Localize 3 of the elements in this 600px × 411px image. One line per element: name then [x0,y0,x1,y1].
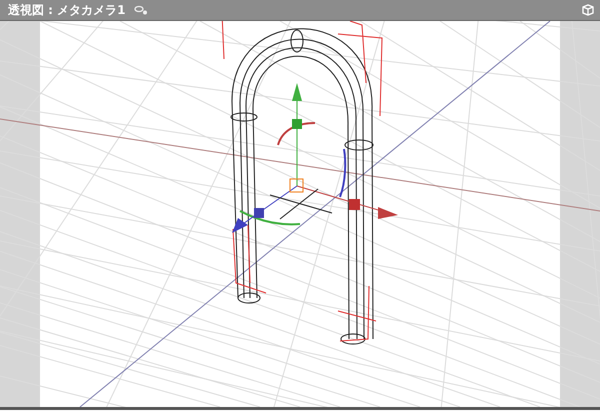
cube-icon[interactable] [582,4,594,16]
camera-icon[interactable] [134,5,148,15]
viewport-title: 透視図 : メタカメラ1 [8,2,126,18]
